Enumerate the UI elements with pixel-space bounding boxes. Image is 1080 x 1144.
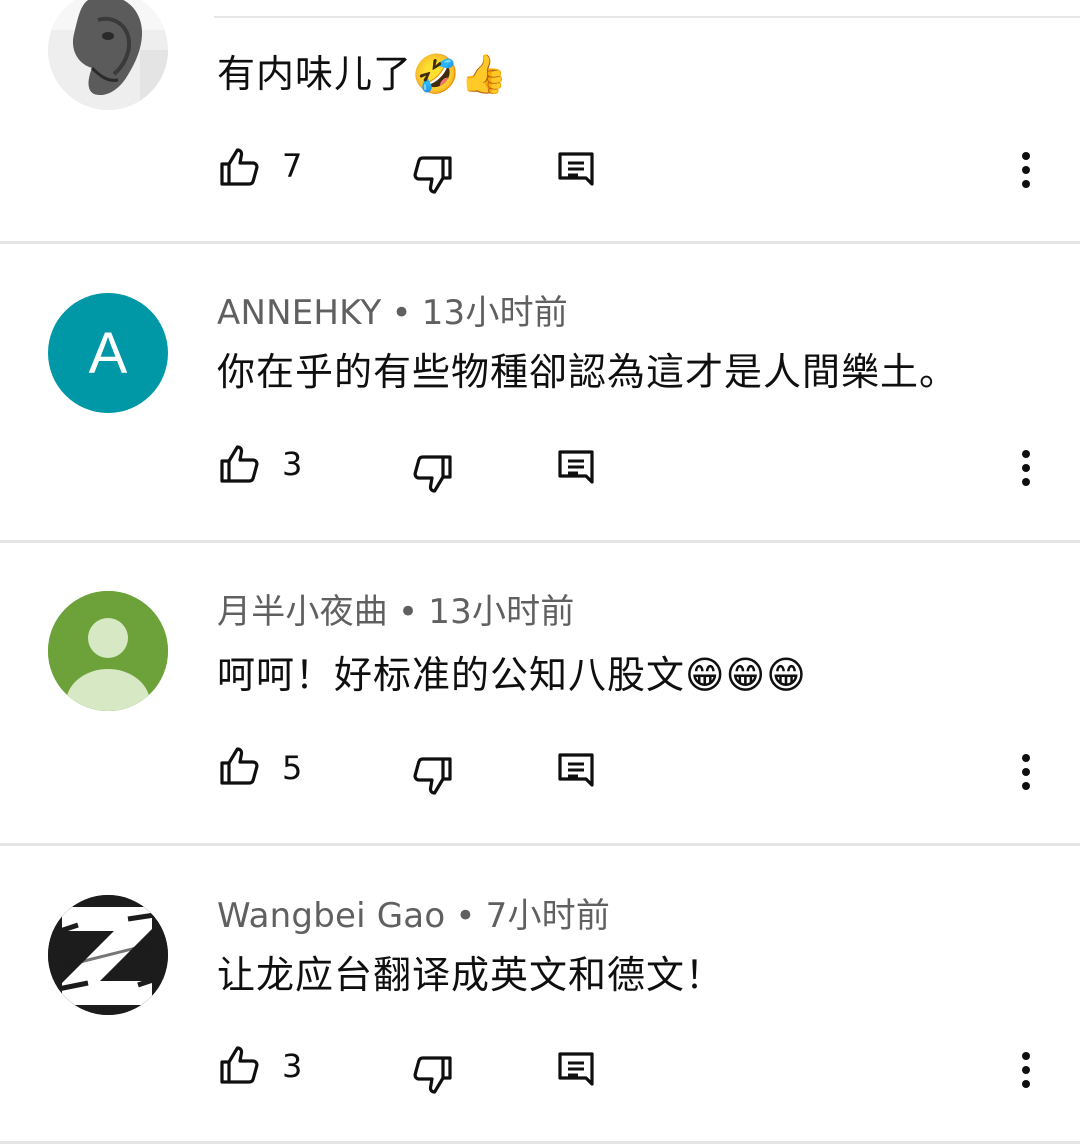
thumbs-up-icon [220, 747, 259, 785]
meta-separator: • [398, 592, 419, 632]
more-options-button[interactable] [1002, 748, 1050, 796]
avatar-letter: A [88, 320, 128, 386]
like-button[interactable] [216, 743, 264, 791]
author-name[interactable]: ANNEHKY [217, 293, 381, 333]
comment-text: 呵呵！好标准的公知八股文😁😁😁 [217, 653, 807, 697]
author-name[interactable]: 月半小夜曲 [217, 592, 388, 632]
thumbs-up-icon [220, 1046, 259, 1084]
meta-separator: • [391, 293, 412, 333]
comment-meta: ANNEHKY • 13小时前 [217, 291, 568, 335]
reply-icon [558, 1052, 594, 1086]
comment-text: 有内味儿了🤣👍 [217, 52, 509, 96]
avatar[interactable] [48, 895, 168, 1015]
more-vert-icon [1022, 152, 1030, 188]
reply-icon [558, 753, 594, 787]
more-options-button[interactable] [1002, 444, 1050, 492]
timestamp: 13小时前 [421, 293, 568, 333]
like-count: 3 [282, 1047, 303, 1085]
comment-text: 你在乎的有些物種卻認為這才是人間樂土。 [217, 350, 959, 394]
comment-divider [0, 241, 1080, 244]
timestamp: 7小时前 [485, 896, 611, 936]
thumbs-down-icon [413, 156, 452, 194]
avatar[interactable] [48, 591, 168, 711]
dislike-button[interactable] [408, 751, 456, 799]
avatar[interactable] [48, 0, 168, 110]
thumbs-down-icon [413, 757, 452, 795]
thumbs-up-icon [220, 445, 259, 483]
horse-statue-icon [48, 0, 168, 110]
comment-meta: Wangbei Gao • 7小时前 [217, 894, 610, 938]
more-vert-icon [1022, 1052, 1030, 1088]
thumbs-down-icon [413, 455, 452, 493]
like-button[interactable] [216, 441, 264, 489]
comment-meta: 月半小夜曲 • 13小时前 [217, 590, 575, 634]
reply-button[interactable] [554, 446, 602, 494]
like-count: 5 [282, 749, 303, 787]
dislike-button[interactable] [408, 150, 456, 198]
more-options-button[interactable] [1002, 146, 1050, 194]
thumbs-down-icon [413, 1056, 452, 1094]
comment-text: 让龙应台翻译成英文和德文！ [217, 953, 725, 997]
default-person-icon [48, 591, 168, 711]
comment-divider [0, 540, 1080, 543]
reply-button[interactable] [554, 749, 602, 797]
meta-separator: • [455, 896, 476, 936]
dislike-button[interactable] [408, 1050, 456, 1098]
reply-icon [558, 450, 594, 484]
dislike-button[interactable] [408, 449, 456, 497]
like-count: 7 [282, 147, 303, 185]
author-name[interactable]: Wangbei Gao [217, 896, 445, 936]
like-button[interactable] [216, 144, 264, 192]
reply-button[interactable] [554, 148, 602, 196]
thumbs-up-icon [220, 148, 259, 186]
like-count: 3 [282, 445, 303, 483]
reply-button[interactable] [554, 1048, 602, 1096]
more-vert-icon [1022, 450, 1030, 486]
avatar[interactable]: A [48, 293, 168, 413]
reply-icon [558, 152, 594, 186]
more-vert-icon [1022, 754, 1030, 790]
cut-off-meta-line [214, 16, 1080, 18]
z-logo-icon [48, 895, 168, 1015]
like-button[interactable] [216, 1042, 264, 1090]
comment-divider [0, 843, 1080, 846]
timestamp: 13小时前 [428, 592, 575, 632]
more-options-button[interactable] [1002, 1046, 1050, 1094]
